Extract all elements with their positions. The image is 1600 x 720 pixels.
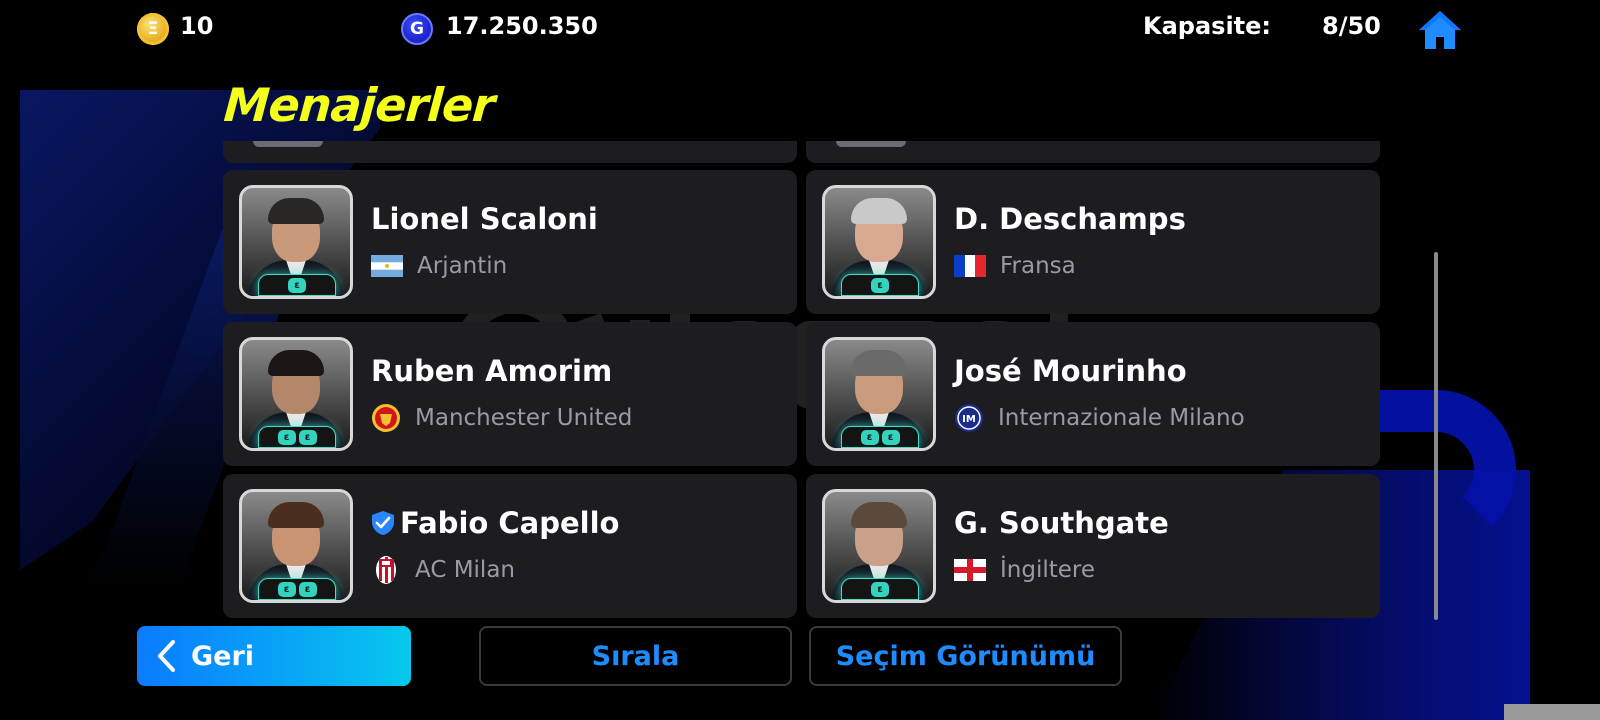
skill-chip-icon: ε [871,277,889,293]
team-label: İngiltere [1000,557,1096,583]
flag-france-icon [954,255,986,277]
page-title: Menajerler [222,78,496,132]
capacity-label: Kapasite: [1143,12,1272,40]
capacity-value: 8/50 [1322,12,1381,40]
manager-team: IM Internazionale Milano [954,404,1245,432]
manager-portrait: ε [239,185,353,299]
skill-chip-icon: ε [277,429,296,445]
manager-name: Fabio Capello [371,506,619,540]
manager-card[interactable]: ε G. Southgate İngiltere [806,474,1380,618]
skill-chip-icon: ε [298,581,317,597]
inter-milan-crest-icon: IM [954,403,984,433]
ecoin-icon: Ξ [137,13,169,45]
home-icon[interactable] [1416,8,1464,52]
back-button[interactable]: Geri [137,626,411,686]
manager-name: G. Southgate [954,506,1169,540]
manager-team: AC Milan [371,556,515,584]
gp-balance: 17.250.350 [446,12,598,40]
list-item-partial[interactable] [223,141,797,163]
skill-plate: ε [841,578,919,600]
sort-button[interactable]: Sırala [479,626,792,686]
ac-milan-crest-icon [371,555,401,585]
manager-team: İngiltere [954,556,1095,584]
manager-team: Arjantin [371,252,507,280]
skill-chip-icon: ε [881,429,900,445]
manager-card[interactable]: ε ε José Mourinho IM Internazionale Milano [806,322,1380,466]
manager-name: D. Deschamps [954,202,1186,236]
team-label: Manchester United [415,405,633,431]
manager-card[interactable]: ε ε Fabio Capello AC Milan [223,474,797,618]
flag-england-icon [954,559,986,581]
sort-button-label: Sırala [591,640,680,672]
top-bar: Ξ 10 G 17.250.350 Kapasite: 8/50 [0,0,1600,58]
skill-chip-icon: ε [860,429,879,445]
manchester-united-crest-icon [371,403,401,433]
manager-team: Fransa [954,252,1076,280]
svg-text:IM: IM [962,414,976,425]
manager-portrait: εε [239,337,353,451]
skill-chip-icon: ε [871,581,889,597]
skill-chip-icon: ε [277,581,296,597]
verified-shield-icon [372,511,394,535]
coin-balance: 10 [180,12,214,40]
skill-plate: ε [258,274,336,296]
chevron-left-icon [158,640,175,672]
skill-chip-icon: ε [288,277,306,293]
scrollbar[interactable] [1434,252,1438,620]
flag-argentina-icon [371,255,403,277]
manager-team: Manchester United [371,404,632,432]
team-label: Fransa [1000,253,1076,279]
gp-icon: G [401,13,433,45]
manager-name: Ruben Amorim [371,354,613,388]
manager-portrait: ε [822,489,936,603]
manager-name: José Mourinho [954,354,1187,388]
manager-name: Lionel Scaloni [371,202,598,236]
selection-view-button[interactable]: Seçim Görünümü [809,626,1122,686]
skill-plate: εε [841,426,919,448]
team-label: AC Milan [415,557,515,583]
team-label: Internazionale Milano [998,405,1245,431]
corner-bar [1504,704,1600,720]
manager-portrait: εε [822,337,936,451]
manager-portrait: εε [239,489,353,603]
manager-portrait: ε [822,185,936,299]
skill-plate: ε [841,274,919,296]
skill-plate: εε [258,426,336,448]
team-label: Arjantin [417,253,508,279]
manager-card[interactable]: ε ε Ruben Amorim Manchester United [223,322,797,466]
skill-plate: εε [258,578,336,600]
manager-card[interactable]: ε Lionel Scaloni Arjantin [223,170,797,314]
manager-card[interactable]: ε D. Deschamps Fransa [806,170,1380,314]
selection-view-button-label: Seçim Görünümü [835,640,1096,672]
skill-chip-icon: ε [298,429,317,445]
list-item-partial[interactable] [806,141,1380,163]
back-button-label: Geri [191,640,255,672]
